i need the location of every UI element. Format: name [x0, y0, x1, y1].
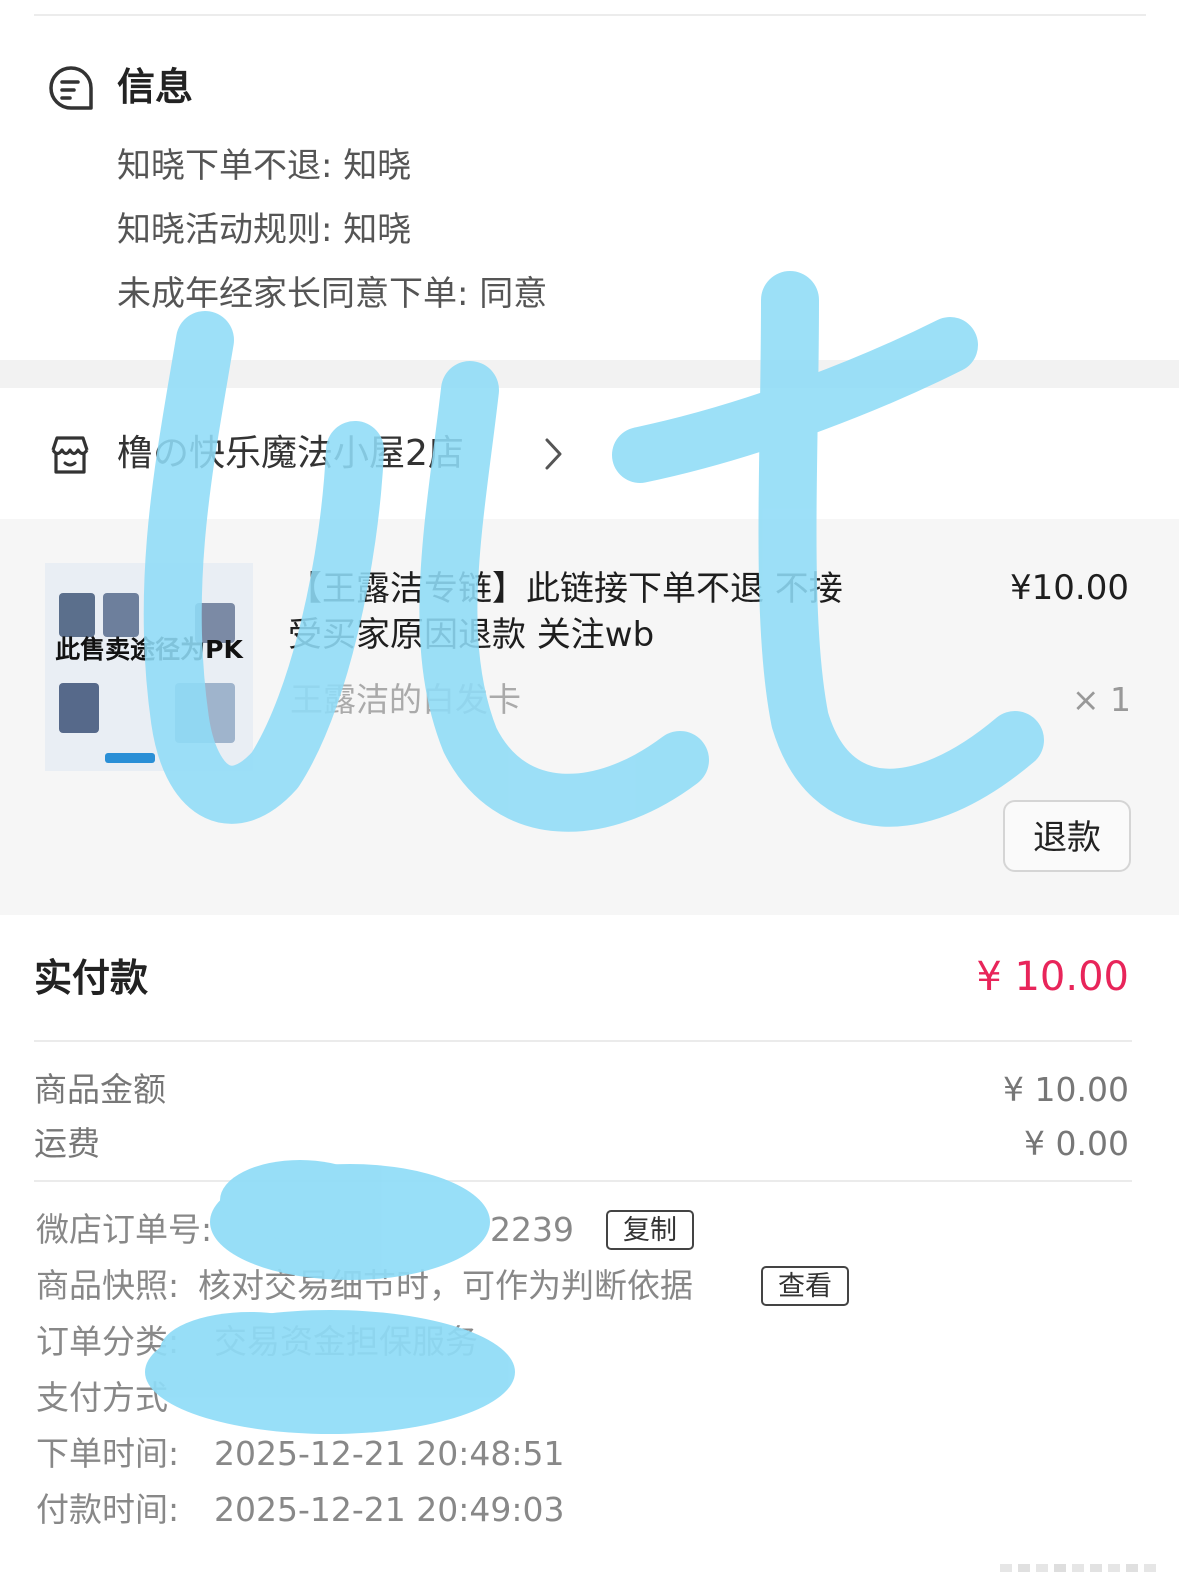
chevron-right-icon[interactable]: [538, 436, 568, 472]
order-time-value: 2025-12-21 20:48:51: [214, 1434, 565, 1473]
thumb-figure-4: [59, 683, 99, 733]
view-snapshot-button[interactable]: 查看: [761, 1266, 849, 1306]
thumb-figure-2: [103, 593, 139, 637]
snapshot-value: 核对交易细节时，可作为判断依据: [198, 1266, 693, 1305]
product-quantity: × 1: [1071, 680, 1131, 719]
order-number-label: 微店订单号:: [36, 1210, 213, 1249]
paid-label: 实付款: [34, 956, 149, 1000]
snapshot-label: 商品快照:: [36, 1266, 180, 1305]
payment-time-label: 付款时间:: [36, 1490, 180, 1529]
section-gap: [0, 360, 1179, 388]
product-thumbnail[interactable]: 此售卖途径为PK: [45, 563, 253, 771]
divider: [34, 1180, 1132, 1182]
top-divider: [34, 14, 1146, 16]
thumb-badge: [105, 753, 155, 763]
copy-button[interactable]: 复制: [606, 1210, 694, 1250]
info-line-guardian: 未成年经家长同意下单: 同意: [117, 274, 548, 314]
thumb-figure-1: [59, 593, 95, 637]
order-number-value: 2239: [490, 1210, 574, 1249]
message-icon: [49, 66, 93, 110]
product-price: ¥10.00: [1010, 568, 1129, 608]
divider: [34, 1040, 1132, 1042]
info-title: 信息: [117, 65, 194, 109]
scroll-indicator: [1000, 1564, 1156, 1572]
thumbnail-caption: 此售卖途径为PK: [55, 635, 243, 664]
info-line-no-refund: 知晓下单不退: 知晓: [117, 146, 412, 186]
shop-name-link[interactable]: 橹の快乐魔法小屋2店: [117, 430, 464, 478]
thumb-figure-5: [175, 683, 235, 743]
goods-amount-value: ¥ 10.00: [1003, 1070, 1129, 1109]
order-time-label: 下单时间:: [36, 1434, 180, 1473]
info-line-rules: 知晓活动规则: 知晓: [117, 210, 412, 250]
product-sku: 王露洁的白发卡: [290, 680, 521, 719]
refund-button[interactable]: 退款: [1003, 800, 1131, 872]
payment-time-value: 2025-12-21 20:49:03: [214, 1490, 565, 1529]
shipping-label: 运费: [34, 1124, 100, 1163]
payment-method-label: 支付方式: [36, 1378, 168, 1417]
store-icon: [51, 436, 89, 474]
paid-value: ¥ 10.00: [976, 954, 1129, 1000]
order-category-label: 订单分类:: [36, 1322, 180, 1361]
product-title[interactable]: 【王露洁专链】此链接下单不退 不接受买家原因退款 关注wb: [288, 566, 858, 658]
goods-amount-label: 商品金额: [34, 1070, 166, 1109]
shipping-value: ¥ 0.00: [1024, 1124, 1129, 1163]
order-category-value: 交易资金担保服务: [214, 1322, 478, 1361]
